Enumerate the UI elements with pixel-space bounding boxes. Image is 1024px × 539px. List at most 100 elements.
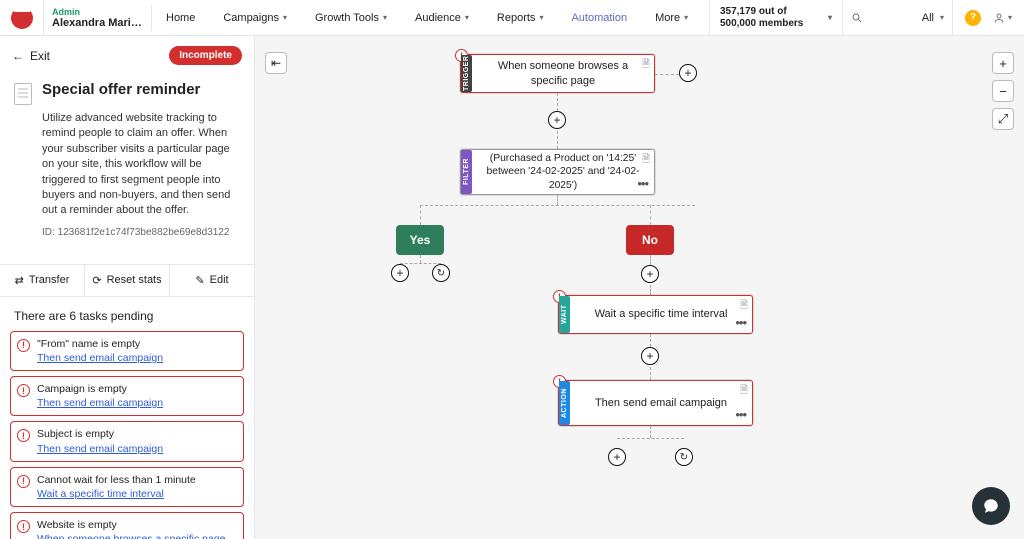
nav-home[interactable]: Home — [152, 0, 209, 35]
automation-id: ID: 123681f2e1c74f73be882be69e8d3122 — [42, 227, 240, 238]
pencil-icon: ✎ — [195, 274, 204, 287]
node-menu-button[interactable]: ••• — [735, 315, 746, 332]
error-icon: ! — [17, 475, 30, 488]
nav-automation[interactable]: Automation — [557, 0, 641, 35]
chevron-down-icon: ▾ — [1008, 13, 1012, 22]
chevron-down-icon: ▾ — [684, 13, 688, 22]
error-icon: ! — [17, 429, 30, 442]
zoom-out-button[interactable]: − — [992, 80, 1014, 102]
task-link[interactable]: Then send email campaign — [37, 352, 163, 364]
task-title: "From" name is empty — [37, 337, 235, 351]
arrow-left-icon: ← — [12, 49, 24, 63]
search-scope: All — [922, 12, 934, 24]
connector — [557, 93, 558, 111]
search-icon — [851, 12, 863, 24]
wait-node[interactable]: ! WAIT Wait a specific time interval🗎••• — [558, 295, 753, 334]
chevron-down-icon: ▾ — [383, 13, 387, 22]
add-step-button[interactable]: + — [608, 448, 626, 466]
collapse-sidebar-button[interactable]: ⇤ — [265, 52, 287, 74]
automation-description: Utilize advanced website tracking to rem… — [42, 111, 240, 219]
loop-button[interactable]: ↻ — [675, 448, 693, 466]
help-icon[interactable]: ? — [965, 10, 981, 26]
filter-label: (Purchased a Product on '14:25' between … — [482, 152, 644, 192]
trigger-node[interactable]: ! TRIGGER When someone browses a specifi… — [460, 54, 655, 93]
task-item[interactable]: !Cannot wait for less than 1 minuteWait … — [10, 467, 244, 507]
nav-more[interactable]: More▾ — [641, 0, 702, 35]
connector — [420, 255, 421, 263]
action-node[interactable]: ! ACTION Then send email campaign🗎••• — [558, 380, 753, 426]
flow-canvas[interactable]: ⇤ + − ⤢ ! TRIGGER When someone browses a… — [255, 36, 1024, 539]
node-menu-button[interactable]: ••• — [735, 407, 746, 424]
task-title: Campaign is empty — [37, 382, 235, 396]
filter-node[interactable]: FILTER (Purchased a Product on '14:25' b… — [460, 149, 655, 195]
connector — [650, 426, 651, 438]
nav-reports[interactable]: Reports▾ — [483, 0, 558, 35]
edit-button[interactable]: ✎Edit — [170, 265, 254, 296]
members-count: 357,179 out of 500,000 members — [720, 6, 810, 30]
note-icon[interactable]: 🗎 — [740, 384, 748, 397]
connector — [420, 205, 695, 206]
connector — [420, 205, 421, 225]
chevron-down-icon: ▾ — [539, 13, 543, 22]
node-menu-button[interactable]: ••• — [637, 176, 648, 193]
task-link[interactable]: Wait a specific time interval — [37, 488, 164, 500]
wait-label: Wait a specific time interval — [595, 307, 728, 321]
task-link[interactable]: Then send email campaign — [37, 443, 163, 455]
add-step-button[interactable]: + — [391, 264, 409, 282]
trigger-label: When someone browses a specific page — [482, 59, 644, 88]
connector — [557, 131, 558, 149]
user-icon — [993, 12, 1005, 24]
reset-stats-button[interactable]: ⟳Reset stats — [85, 265, 170, 296]
brand-logo[interactable] — [0, 0, 44, 36]
fit-screen-button[interactable]: ⤢ — [992, 108, 1014, 130]
chevron-down-icon: ▾ — [828, 13, 832, 23]
add-branch-button[interactable]: + — [679, 64, 697, 82]
connector — [400, 263, 441, 264]
branch-no[interactable]: No — [626, 225, 674, 255]
search-cell[interactable]: All ▾ — [843, 0, 953, 35]
action-label: Then send email campaign — [595, 396, 727, 410]
note-icon[interactable]: 🗎 — [642, 58, 650, 71]
chevron-down-icon: ▾ — [465, 13, 469, 22]
add-step-button[interactable]: + — [548, 111, 566, 129]
task-item[interactable]: ! Campaign is emptyThen send email campai… — [10, 376, 244, 416]
add-step-button[interactable]: + — [641, 265, 659, 283]
members-dropdown[interactable]: 357,179 out of 500,000 members ▾ — [709, 0, 843, 35]
pending-header: There are 6 tasks pending — [0, 297, 254, 331]
task-title: Subject is empty — [37, 427, 235, 441]
zoom-in-button[interactable]: + — [992, 52, 1014, 74]
automation-title: Special offer reminder — [42, 81, 200, 98]
connector — [650, 367, 651, 380]
profile-menu[interactable]: ▾ — [993, 12, 1012, 24]
org-name: Alexandra Marin… — [52, 17, 143, 29]
connector — [650, 334, 651, 347]
loop-button[interactable]: ↻ — [432, 264, 450, 282]
note-icon[interactable]: 🗎 — [642, 153, 650, 166]
nav-audience[interactable]: Audience▾ — [401, 0, 483, 35]
wait-tab: WAIT — [559, 296, 570, 333]
add-step-button[interactable]: + — [641, 347, 659, 365]
task-item[interactable]: ! Subject is empty Then send email campaig… — [10, 421, 244, 461]
trigger-tab: TRIGGER — [461, 55, 472, 92]
task-link[interactable]: When someone browses a specific page — [37, 533, 226, 539]
chat-button[interactable] — [972, 487, 1010, 525]
refresh-icon: ⟳ — [92, 274, 101, 287]
exit-button[interactable]: ← Exit — [12, 49, 50, 63]
task-title: Website is empty — [37, 518, 235, 532]
document-icon — [14, 83, 32, 105]
admin-label: Admin — [52, 7, 143, 17]
task-link[interactable]: Then send email campaign — [37, 397, 163, 409]
transfer-button[interactable]: ⇄Transfer — [0, 265, 85, 296]
branch-yes[interactable]: Yes — [396, 225, 444, 255]
chevron-down-icon: ▾ — [283, 13, 287, 22]
filter-tab: FILTER — [461, 150, 472, 194]
task-item[interactable]: !"From" name is emptyThen send email cam… — [10, 331, 244, 371]
org-switcher[interactable]: Admin Alexandra Marin… — [44, 5, 152, 31]
error-icon: ! — [17, 384, 30, 397]
status-badge[interactable]: Incomplete — [169, 46, 242, 65]
note-icon[interactable]: 🗎 — [740, 299, 748, 312]
nav-campaigns[interactable]: Campaigns▾ — [209, 0, 301, 35]
task-item[interactable]: !Website is emptyWhen someone browses a … — [10, 512, 244, 539]
nav-growth[interactable]: Growth Tools▾ — [301, 0, 401, 35]
chat-icon — [982, 497, 1000, 515]
